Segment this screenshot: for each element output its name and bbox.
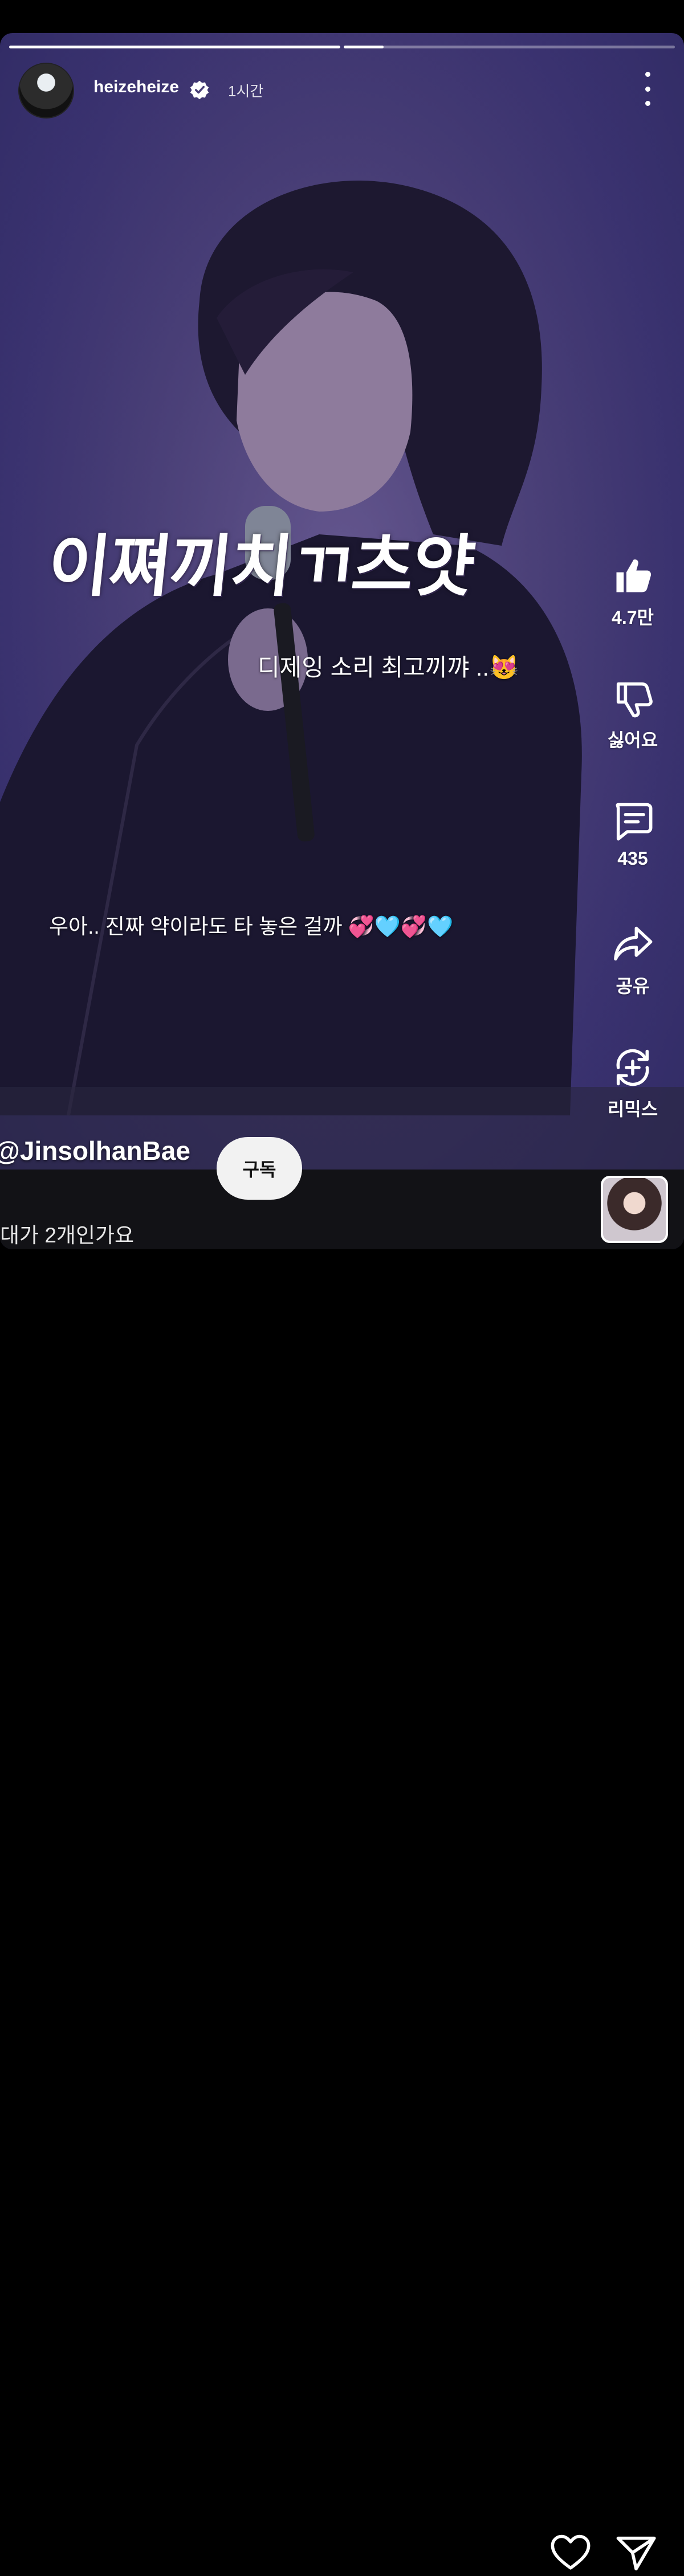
channel-name[interactable]: @JinsolhanBae xyxy=(0,1135,190,1166)
heart-icon xyxy=(551,2534,591,2570)
send-button[interactable] xyxy=(613,2531,659,2574)
username[interactable]: heizeheize xyxy=(93,77,179,97)
video-title[interactable]: 대가 2개인가요 xyxy=(0,1218,134,1249)
progress-segment xyxy=(9,46,340,48)
dislike-button[interactable]: 싫어요 xyxy=(581,677,684,752)
comment-count: 435 xyxy=(617,848,648,869)
video-caption: 디제잉 소리 최고끼꺄 ..😻 xyxy=(258,654,519,681)
heart-button[interactable] xyxy=(549,2531,592,2574)
story-reply-bar xyxy=(0,1249,684,2571)
progress-fill xyxy=(344,46,384,48)
progress-segment xyxy=(344,46,675,48)
share-button[interactable]: 공유 xyxy=(581,923,684,998)
story-progress xyxy=(9,46,675,48)
dislike-label: 싫어요 xyxy=(607,730,658,750)
comment-button[interactable]: 435 xyxy=(581,799,684,869)
audio-thumbnail[interactable] xyxy=(601,1176,668,1243)
post-time: 1시간 xyxy=(228,83,264,100)
like-icon xyxy=(616,559,652,592)
like-count: 4.7만 xyxy=(612,607,654,628)
remix-label: 리믹스 xyxy=(607,1099,658,1119)
comment-icon xyxy=(616,803,653,841)
more-icon[interactable] xyxy=(641,72,654,106)
like-button[interactable]: 4.7만 xyxy=(581,554,684,629)
video-caption-large: 이쪄끼치ㄲ츠얏 xyxy=(44,527,478,606)
subscribe-button[interactable]: 구독 xyxy=(217,1137,302,1200)
story-header: heizeheize 1시간 xyxy=(19,64,665,121)
progress-fill xyxy=(9,46,340,48)
dislike-icon xyxy=(616,682,653,718)
remix-icon xyxy=(616,1049,649,1086)
share-icon xyxy=(614,926,653,961)
verified-icon xyxy=(190,80,209,100)
status-area xyxy=(0,0,684,33)
share-label: 공유 xyxy=(616,976,650,996)
send-icon xyxy=(616,2536,656,2571)
remix-button[interactable]: 리믹스 xyxy=(581,1046,684,1121)
avatar[interactable] xyxy=(19,64,73,117)
story-viewer[interactable]: heizeheize 1시간 이쪄끼치ㄲ츠얏 디제잉 소리 최고끼꺄 ..😻 우… xyxy=(0,33,684,1249)
video-caption: 우아.. 진짜 약이라도 타 놓은 걸까 💞🩵💞🩵 xyxy=(49,915,454,938)
